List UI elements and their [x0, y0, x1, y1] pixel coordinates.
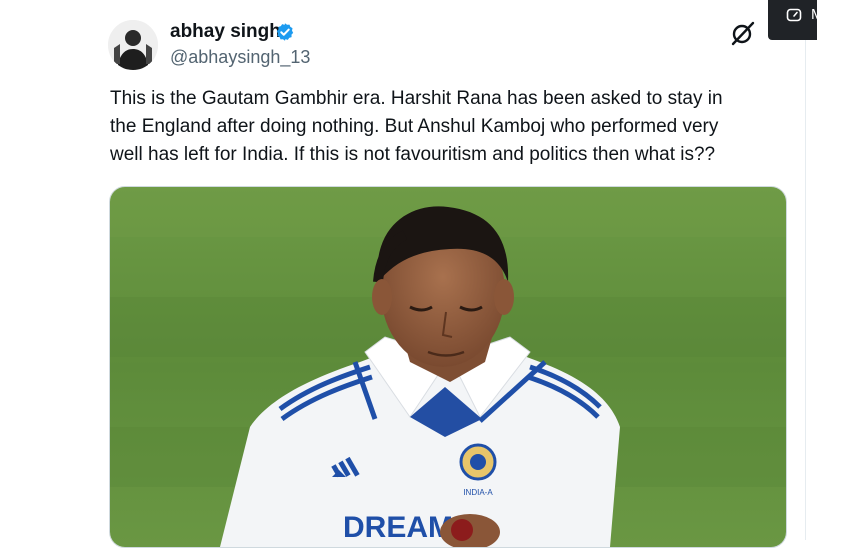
author-handle[interactable]: @abhaysingh_13 — [170, 45, 310, 69]
gauge-icon — [786, 8, 802, 22]
tweet-text-line: This is the Gautam Gambhir era. Harshit … — [110, 88, 723, 109]
overlay-button[interactable]: M — [768, 0, 824, 40]
tweet-media[interactable]: INDIA-A DREAM — [109, 186, 787, 548]
grok-icon[interactable] — [730, 20, 756, 46]
overlay-label: M — [811, 6, 824, 23]
jersey-sponsor-text: DREAM — [343, 511, 453, 544]
avatar-image — [108, 20, 158, 70]
tweet-text: This is the Gautam Gambhir era. Harshit … — [110, 85, 790, 169]
author-name[interactable]: abhay singh — [170, 20, 281, 44]
media-image: INDIA-A DREAM — [110, 187, 786, 547]
tweet-text-line: well has left for India. If this is not … — [110, 144, 716, 165]
timeline-border — [805, 0, 806, 540]
jersey-badge-text: INDIA-A — [463, 488, 493, 497]
avatar[interactable] — [108, 20, 158, 70]
tweet-text-line: the England after doing nothing. But Ans… — [110, 116, 719, 137]
verified-badge-icon — [276, 23, 294, 41]
